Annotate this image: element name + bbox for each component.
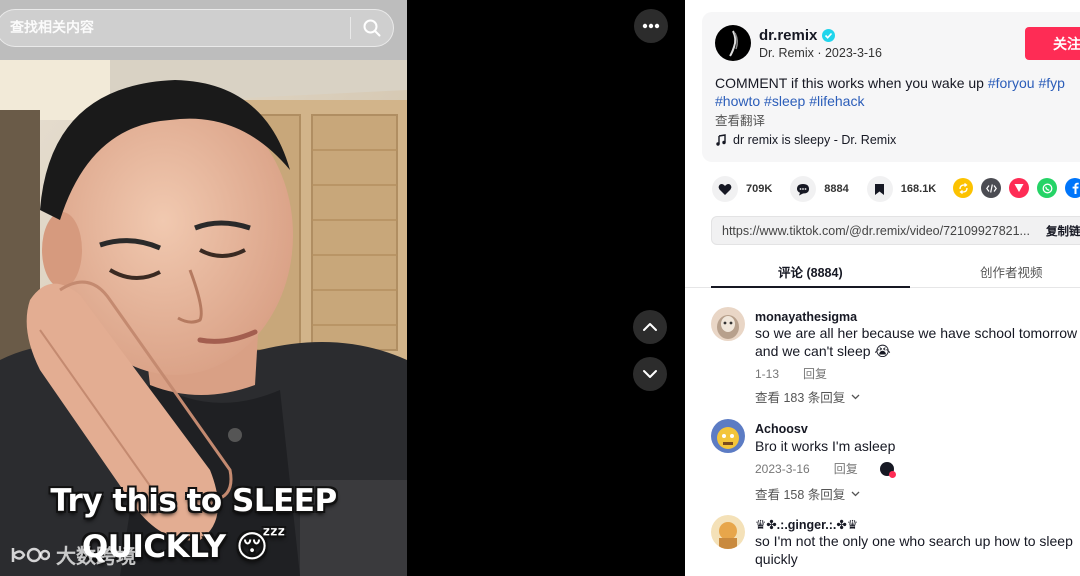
view-replies-label: 查看 183 条回复: [755, 391, 846, 405]
chevron-down-icon: [851, 491, 860, 496]
author-meta: Dr. Remix · 2023-3-16: [759, 46, 882, 60]
post-info-card: dr.remix Dr. Remix · 2023-3-16 关注 COMMEN…: [702, 12, 1080, 162]
tab-comments[interactable]: 评论 (8884): [778, 262, 843, 281]
hashtag-link[interactable]: #lifehack: [809, 93, 864, 109]
comment-icon: [797, 183, 810, 195]
video-caption-line1: Try this to SLEEP: [50, 483, 337, 519]
like-button[interactable]: 709K: [712, 176, 772, 202]
whatsapp-icon[interactable]: [1037, 178, 1057, 198]
description-text: COMMENT if this works when you wake up: [715, 75, 988, 91]
chevron-up-icon: [643, 323, 657, 331]
comment-meta: 1-13 回复: [755, 365, 827, 382]
copy-link-button[interactable]: 复制链接: [1046, 223, 1080, 239]
heart-icon: [718, 183, 732, 195]
comment-count: 8884: [824, 183, 849, 195]
watermark: 大数跨境: [10, 540, 136, 569]
active-tab-indicator: [711, 286, 910, 288]
save-icon-wrap: [866, 176, 893, 202]
more-horizontal-icon: [642, 23, 660, 29]
action-bar: 709K 8884 168.1K: [712, 176, 954, 202]
comment-meta: 2023-3-16 回复: [755, 460, 896, 478]
save-count: 168.1K: [900, 183, 937, 195]
bookmark-icon: [875, 183, 885, 195]
view-replies-button[interactable]: 查看 158 条回复: [755, 484, 860, 503]
panel-tabs: 评论 (8884) 创作者视频: [685, 253, 1080, 288]
comment-button[interactable]: 8884: [790, 176, 849, 202]
more-options-button[interactable]: [634, 9, 668, 43]
search-button[interactable]: [351, 10, 393, 46]
commenter-avatar[interactable]: [711, 307, 745, 341]
hashtag-link[interactable]: #sleep: [764, 93, 805, 109]
previous-video-button[interactable]: [633, 310, 667, 344]
send-to-friends-icon[interactable]: [1009, 178, 1029, 198]
like-count: 709K: [746, 183, 773, 195]
details-panel: dr.remix Dr. Remix · 2023-3-16 关注 COMMEN…: [685, 0, 1080, 576]
comment-username[interactable]: ♛✤.:.ginger.:.✤♛: [755, 517, 858, 532]
chevron-down-icon: [643, 370, 657, 378]
comment-text: so I'm not the only one who search up ho…: [755, 533, 1073, 567]
comment-text: Bro it works I'm asleep: [755, 438, 896, 454]
music-link[interactable]: dr remix is sleepy - Dr. Remix: [715, 133, 896, 147]
video-player[interactable]: Try this to SLEEP QUICKLY 😴 大数跨境: [0, 0, 407, 576]
music-title: dr remix is sleepy - Dr. Remix: [733, 133, 897, 147]
music-note-icon: [716, 134, 726, 146]
author-avatar-image: [729, 30, 739, 57]
commenter-avatar[interactable]: [711, 515, 745, 549]
comment-username[interactable]: monayathesigma: [755, 310, 857, 324]
hashtag-link[interactable]: #fyp: [1038, 75, 1064, 91]
author-username: dr.remix: [759, 27, 818, 44]
watermark-text: 大数跨境: [56, 544, 136, 568]
hashtag-link[interactable]: #howto: [715, 93, 760, 109]
translate-link[interactable]: 查看翻译: [715, 110, 765, 129]
save-button[interactable]: 168.1K: [866, 176, 937, 202]
reply-button[interactable]: 回复: [834, 460, 858, 477]
creator-liked-badge-icon: [879, 461, 896, 478]
repost-icon[interactable]: [953, 178, 973, 198]
tab-creator-videos[interactable]: 创作者视频: [980, 262, 1043, 281]
post-description: COMMENT if this works when you wake up #…: [715, 74, 1075, 110]
chevron-down-icon: [851, 394, 860, 399]
search-icon: [363, 19, 381, 37]
comment-date: 2023-3-16: [755, 461, 810, 476]
comment-username[interactable]: Achoosv: [755, 422, 808, 436]
view-replies-button[interactable]: 查看 183 条回复: [755, 387, 860, 406]
share-link-box: https://www.tiktok.com/@dr.remix/video/7…: [711, 216, 1080, 245]
comment-icon-wrap: [790, 176, 817, 202]
follow-button[interactable]: 关注: [1025, 27, 1080, 60]
share-icons: [953, 178, 1080, 198]
author-avatar[interactable]: [715, 25, 751, 61]
reply-button[interactable]: 回复: [803, 365, 827, 382]
comment-text: so we are all her because we have school…: [755, 325, 1078, 359]
comment-date: 1-13: [755, 366, 780, 381]
view-replies-label: 查看 158 条回复: [755, 488, 846, 502]
watermark-logo-icon: [11, 547, 50, 562]
verified-badge-icon: [822, 29, 836, 42]
search-bar[interactable]: [0, 9, 394, 47]
search-input[interactable]: [0, 20, 350, 36]
embed-code-icon[interactable]: [981, 178, 1001, 198]
facebook-icon[interactable]: [1065, 178, 1080, 198]
like-icon-wrap: [712, 176, 738, 202]
author-name[interactable]: dr.remix: [759, 27, 836, 44]
next-video-button[interactable]: [633, 357, 667, 391]
share-link-text[interactable]: https://www.tiktok.com/@dr.remix/video/7…: [712, 224, 1046, 238]
commenter-avatar[interactable]: [711, 419, 745, 453]
hashtag-link[interactable]: #foryou: [988, 75, 1035, 91]
